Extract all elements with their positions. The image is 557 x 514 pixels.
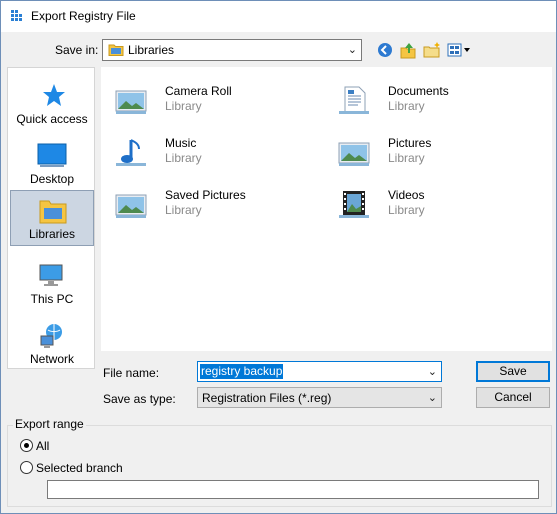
picture-library-icon (338, 142, 370, 166)
picture-library-icon (115, 194, 147, 218)
selected-branch-field[interactable] (47, 480, 539, 499)
export-registry-dialog: Export Registry File Save in: Libraries … (0, 0, 557, 514)
libraries-folder-icon (108, 44, 124, 56)
radio-all[interactable] (20, 439, 33, 452)
place-label: Quick access (16, 112, 88, 126)
list-item-documents[interactable]: Documents Library (330, 79, 545, 123)
library-name: Videos (388, 188, 425, 202)
library-type: Library (165, 99, 202, 113)
place-network[interactable]: Network (10, 316, 94, 372)
library-type: Library (165, 151, 202, 165)
save-in-label: Save in: (55, 43, 99, 57)
file-name-field[interactable]: registry backup ⌄ (197, 361, 442, 382)
list-item-music[interactable]: Music Library (107, 131, 322, 175)
music-library-icon (116, 139, 146, 166)
libraries-icon (39, 200, 67, 224)
window-title: Export Registry File (31, 9, 136, 23)
cancel-button[interactable]: Cancel (476, 387, 550, 408)
place-this-pc[interactable]: This PC (10, 256, 94, 312)
place-label: Libraries (28, 227, 76, 241)
export-range-title: Export range (13, 417, 86, 431)
radio-all-label[interactable]: All (36, 439, 49, 453)
list-item-videos[interactable]: Videos Library (330, 183, 545, 227)
registry-editor-icon (11, 10, 22, 21)
place-label: Network (29, 352, 74, 366)
picture-library-icon (115, 90, 147, 114)
library-type: Library (388, 203, 425, 217)
list-item-pictures[interactable]: Pictures Library (330, 131, 545, 175)
library-type: Library (388, 151, 425, 165)
library-name: Music (165, 136, 197, 150)
star-icon (43, 84, 65, 106)
place-libraries[interactable]: Libraries (10, 190, 94, 246)
place-label: Desktop (29, 172, 75, 186)
videos-library-icon (339, 191, 369, 218)
list-item-camera-roll[interactable]: Camera Roll Library (107, 79, 322, 123)
chevron-down-icon[interactable]: ⌄ (428, 365, 437, 378)
new-folder-icon[interactable] (422, 40, 442, 60)
library-name: Documents (388, 84, 449, 98)
file-list[interactable]: Camera Roll Library Documents Library Mu… (101, 67, 552, 351)
library-name: Saved Pictures (165, 188, 246, 202)
library-type: Library (165, 203, 202, 217)
file-name-value: registry backup (200, 364, 284, 379)
library-name: Pictures (388, 136, 432, 150)
network-icon (40, 324, 62, 348)
back-icon[interactable] (376, 40, 394, 60)
title-bar[interactable]: Export Registry File (1, 1, 556, 32)
chevron-down-icon: ⌄ (347, 44, 357, 56)
up-folder-icon[interactable] (399, 40, 417, 60)
radio-selected-branch-label[interactable]: Selected branch (36, 461, 123, 475)
place-label: This PC (30, 292, 74, 306)
save-as-type-label: Save as type: (103, 392, 176, 406)
pc-icon (39, 264, 63, 286)
place-desktop[interactable]: Desktop (10, 136, 94, 192)
save-button[interactable]: Save (476, 361, 550, 382)
documents-library-icon (339, 86, 369, 114)
save-in-dropdown[interactable]: Libraries ⌄ (102, 39, 362, 61)
places-bar: Quick access Desktop Libraries This PC N… (7, 67, 95, 369)
file-name-label: File name: (103, 366, 160, 380)
save-as-type-dropdown[interactable]: Registration Files (*.reg) ⌄ (197, 387, 442, 408)
view-menu-icon[interactable] (447, 40, 473, 60)
save-as-type-value: Registration Files (*.reg) (202, 391, 332, 405)
save-in-value: Libraries (128, 43, 175, 57)
list-item-saved-pictures[interactable]: Saved Pictures Library (107, 183, 322, 227)
desktop-icon (37, 143, 67, 167)
place-quick-access[interactable]: Quick access (10, 76, 94, 132)
chevron-down-icon: ⌄ (427, 392, 437, 404)
library-type: Library (388, 99, 425, 113)
library-name: Camera Roll (165, 84, 232, 98)
radio-selected-branch[interactable] (20, 461, 33, 474)
